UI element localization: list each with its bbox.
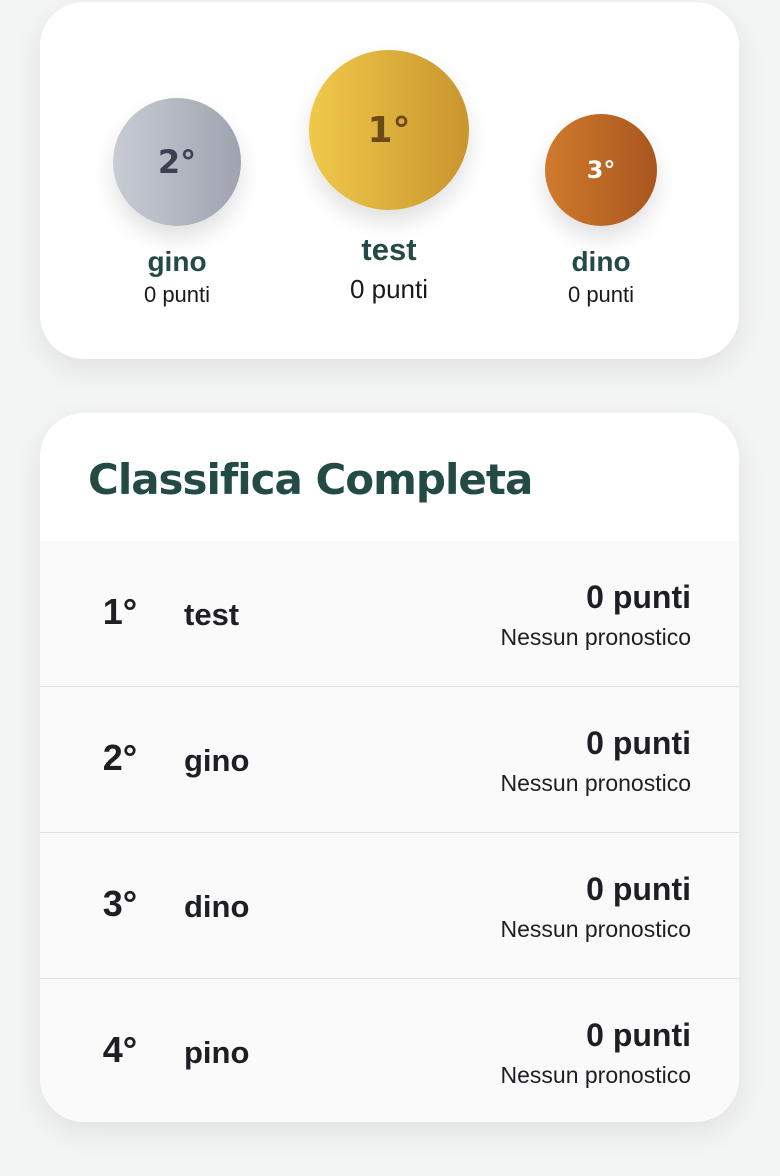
gold-medal-badge: 1° bbox=[309, 50, 469, 210]
medal-rank: 1° bbox=[367, 109, 411, 151]
row-name: dino bbox=[184, 889, 250, 924]
medal-rank: 2° bbox=[157, 143, 197, 181]
podium-card: 2° gino 0 punti 1° test 0 punti 3° dino … bbox=[40, 2, 739, 359]
leaderboard-list: 1° test 0 punti Nessun pronostico 2° gin… bbox=[40, 541, 739, 1122]
bronze-medal-badge: 3° bbox=[545, 114, 657, 226]
leaderboard-card: Classifica Completa 1° test 0 punti Ness… bbox=[40, 413, 739, 1122]
row-points: 0 punti bbox=[586, 871, 691, 907]
row-rank: 1° bbox=[102, 591, 138, 632]
row-rank: 2° bbox=[102, 737, 138, 778]
row-note: Nessun pronostico bbox=[500, 624, 692, 650]
row-name: pino bbox=[184, 1035, 250, 1070]
podium-points: 0 punti bbox=[567, 282, 635, 307]
podium-first[interactable]: 1° test 0 punti bbox=[309, 50, 469, 305]
podium-third[interactable]: 3° dino 0 punti bbox=[545, 114, 657, 308]
leaderboard-row[interactable]: 4° pino 0 punti Nessun pronostico bbox=[40, 979, 739, 1122]
row-points: 0 punti bbox=[586, 1017, 691, 1053]
podium-points: 0 punti bbox=[143, 282, 211, 307]
leaderboard-title: Classifica Completa bbox=[88, 455, 533, 504]
podium-name: test bbox=[361, 232, 417, 267]
row-note: Nessun pronostico bbox=[500, 916, 692, 942]
podium-points: 0 punti bbox=[349, 274, 429, 304]
row-rank: 4° bbox=[102, 1029, 138, 1070]
silver-medal-badge: 2° bbox=[113, 98, 241, 226]
row-note: Nessun pronostico bbox=[500, 770, 692, 796]
podium-name: dino bbox=[571, 246, 631, 277]
leaderboard-row[interactable]: 1° test 0 punti Nessun pronostico bbox=[40, 541, 739, 687]
leaderboard-row[interactable]: 3° dino 0 punti Nessun pronostico bbox=[40, 833, 739, 979]
row-note: Nessun pronostico bbox=[500, 1062, 692, 1088]
podium-name: gino bbox=[147, 246, 207, 277]
podium-second[interactable]: 2° gino 0 punti bbox=[113, 98, 241, 308]
leaderboard-row[interactable]: 2° gino 0 punti Nessun pronostico bbox=[40, 687, 739, 833]
row-points: 0 punti bbox=[586, 579, 691, 615]
row-name: gino bbox=[184, 743, 250, 778]
page: 2° gino 0 punti 1° test 0 punti 3° dino … bbox=[0, 0, 780, 1176]
medal-rank: 3° bbox=[586, 156, 616, 184]
row-name: test bbox=[184, 597, 240, 632]
row-rank: 3° bbox=[102, 883, 138, 924]
row-points: 0 punti bbox=[586, 725, 691, 761]
